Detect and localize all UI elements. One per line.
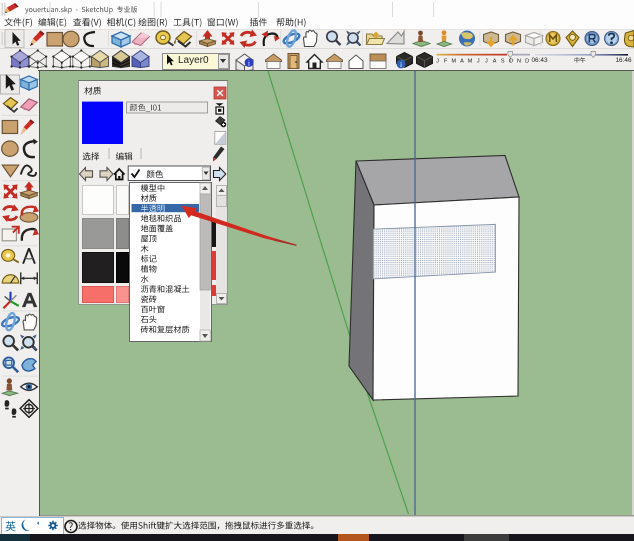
svg-text:F: F bbox=[444, 59, 448, 65]
svg-text:A: A bbox=[493, 59, 497, 65]
svg-text:O: O bbox=[509, 59, 514, 65]
svg-text:J: J bbox=[436, 59, 439, 65]
svg-text:J: J bbox=[485, 59, 488, 65]
svg-text:M: M bbox=[468, 59, 473, 65]
svg-text:16:46: 16:46 bbox=[616, 57, 632, 64]
svg-text:S: S bbox=[501, 59, 505, 65]
svg-text:J: J bbox=[477, 59, 480, 65]
svg-text:A: A bbox=[460, 59, 464, 65]
svg-text:N: N bbox=[517, 59, 521, 65]
svg-text:06:43: 06:43 bbox=[532, 57, 548, 64]
svg-text:D: D bbox=[525, 59, 529, 65]
svg-text:M: M bbox=[452, 59, 457, 65]
